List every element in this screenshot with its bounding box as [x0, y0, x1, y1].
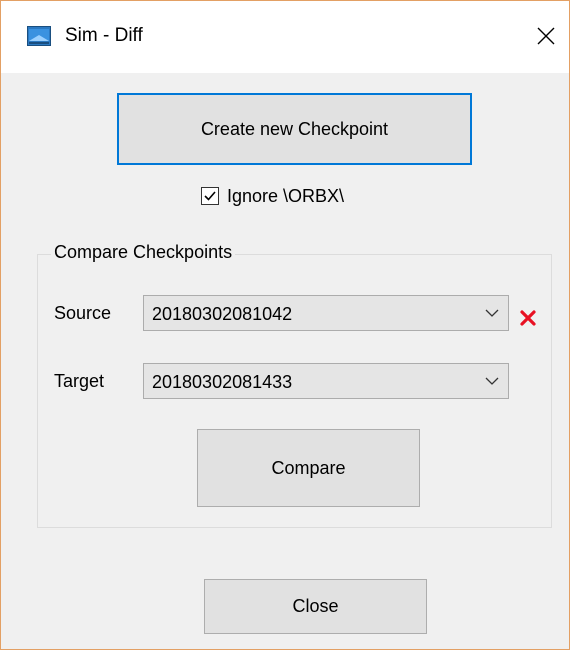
compare-checkpoints-title: Compare Checkpoints [51, 242, 236, 263]
close-button-label: Close [292, 596, 339, 616]
target-select-value: 20180302081433 [152, 372, 293, 392]
chevron-down-icon [485, 309, 499, 317]
title-bar[interactable]: Sim - Diff [1, 1, 569, 73]
ignore-orbx-label: Ignore \ORBX\ [227, 185, 345, 206]
ignore-orbx-option[interactable]: Ignore \ORBX\ [201, 184, 344, 208]
close-icon[interactable] [529, 19, 563, 53]
compare-button-label: Compare [271, 457, 346, 478]
window-title: Sim - Diff [65, 25, 143, 46]
checkmark-icon [204, 191, 216, 201]
target-select[interactable]: 20180302081433 [143, 363, 509, 399]
create-checkpoint-label: Create new Checkpoint [200, 118, 389, 139]
source-select[interactable]: 20180302081042 [143, 295, 509, 331]
chevron-down-icon [485, 377, 499, 385]
source-label: Source [54, 303, 112, 323]
dialog-window: Sim - Diff Create new Checkpoint Ignore … [0, 0, 570, 650]
create-checkpoint-button[interactable]: Create new Checkpoint [117, 93, 472, 165]
app-window-icon [27, 26, 51, 46]
delete-x-icon[interactable] [517, 307, 539, 329]
target-label: Target [54, 371, 105, 391]
ignore-orbx-checkbox[interactable] [201, 187, 219, 205]
close-button[interactable]: Close [204, 579, 427, 634]
compare-button[interactable]: Compare [197, 429, 420, 507]
source-select-value: 20180302081042 [152, 304, 293, 324]
